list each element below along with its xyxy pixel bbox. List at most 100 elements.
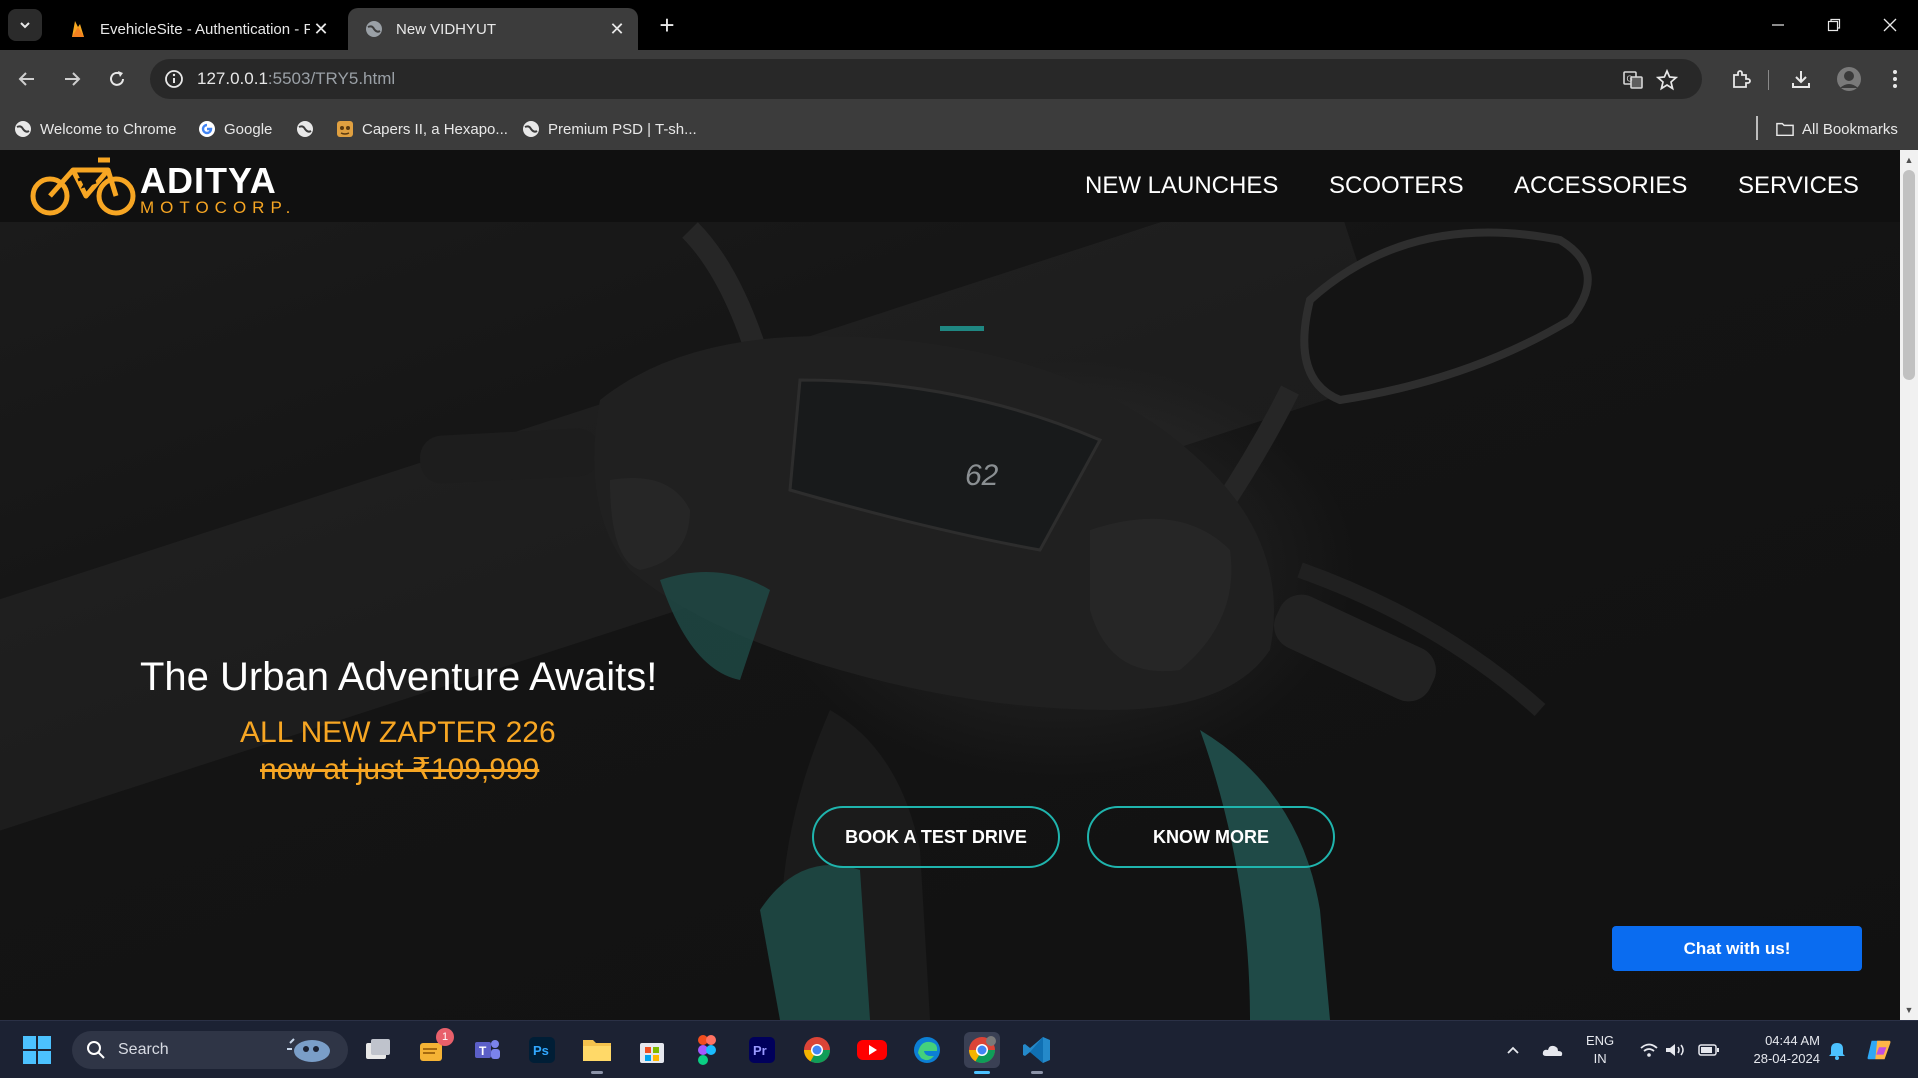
search-icon bbox=[86, 1040, 106, 1060]
downloads-icon[interactable] bbox=[1786, 64, 1816, 94]
premiere-icon[interactable]: Pr bbox=[744, 1032, 780, 1068]
search-highlight-icon bbox=[287, 1038, 330, 1062]
tab-new-vidhyut[interactable]: New VIDHYUT ✕ bbox=[348, 8, 638, 50]
address-bar[interactable]: 127.0.0.1:5503/TRY5.html G bbox=[150, 59, 1702, 99]
close-window-button[interactable] bbox=[1862, 0, 1918, 50]
bookmark-label: Google bbox=[224, 120, 273, 138]
bookmark-premium-psd[interactable]: Premium PSD | T-sh... bbox=[522, 118, 697, 140]
scroll-up-icon[interactable]: ▲ bbox=[1900, 152, 1918, 168]
back-arrow-icon bbox=[18, 72, 34, 86]
bookmark-welcome[interactable]: Welcome to Chrome bbox=[14, 118, 176, 140]
notification-bell-icon[interactable] bbox=[1824, 1037, 1850, 1063]
volume-icon[interactable] bbox=[1662, 1037, 1688, 1063]
restore-icon bbox=[1827, 18, 1841, 32]
close-icon[interactable]: ✕ bbox=[310, 18, 332, 40]
onedrive-icon[interactable] bbox=[1540, 1037, 1566, 1063]
search-placeholder: Search bbox=[118, 1041, 169, 1058]
url-text: 127.0.0.1:5503/TRY5.html bbox=[197, 69, 395, 89]
globe-icon bbox=[364, 19, 384, 39]
bookmark-label: All Bookmarks bbox=[1802, 120, 1898, 138]
figma-icon[interactable] bbox=[689, 1032, 725, 1068]
new-tab-button[interactable]: + bbox=[652, 10, 682, 40]
reload-icon bbox=[110, 71, 124, 86]
profile-avatar[interactable] bbox=[1834, 64, 1864, 94]
sticky-notes-icon[interactable]: 1 bbox=[414, 1028, 454, 1068]
bookmark-capers[interactable]: Capers II, a Hexapo... bbox=[336, 118, 508, 140]
nav-services[interactable]: SERVICES bbox=[1738, 172, 1859, 200]
nav-scooters[interactable]: SCOOTERS bbox=[1329, 172, 1464, 200]
scroll-down-icon[interactable]: ▼ bbox=[1900, 1002, 1918, 1018]
hero-title: The Urban Adventure Awaits! bbox=[140, 655, 658, 699]
back-button[interactable] bbox=[10, 62, 44, 96]
bookmarks-divider bbox=[1756, 116, 1758, 140]
nav-new-launches[interactable]: NEW LAUNCHES bbox=[1085, 172, 1278, 200]
edge-icon[interactable] bbox=[909, 1032, 945, 1068]
bookmark-label: Capers II, a Hexapo... bbox=[362, 120, 508, 138]
bookmark-star-icon[interactable] bbox=[1654, 67, 1680, 93]
vscode-icon[interactable] bbox=[1019, 1032, 1055, 1074]
youtube-icon[interactable] bbox=[854, 1032, 890, 1068]
minimize-button[interactable] bbox=[1750, 0, 1806, 50]
capers-icon bbox=[336, 120, 354, 138]
svg-text:62: 62 bbox=[965, 459, 999, 492]
all-bookmarks-button[interactable]: All Bookmarks bbox=[1776, 118, 1898, 140]
tab-evehicle-auth[interactable]: EvehicleSite - Authentication - F ✕ bbox=[52, 8, 342, 50]
bicycle-logo-icon bbox=[30, 157, 136, 216]
windows-start-icon[interactable] bbox=[22, 1035, 52, 1065]
more-menu-icon[interactable] bbox=[1880, 64, 1910, 94]
bookmark-label: Welcome to Chrome bbox=[40, 120, 177, 138]
page-viewport: 62 ADITYA MOTOCORP. NEW LAUNCHES SCOOTER… bbox=[0, 150, 1900, 1020]
nav-accessories[interactable]: ACCESSORIES bbox=[1514, 172, 1687, 200]
running-indicator bbox=[591, 1071, 603, 1074]
chevron-up-icon[interactable] bbox=[1500, 1037, 1526, 1063]
microsoft-store-icon[interactable] bbox=[634, 1032, 670, 1068]
book-test-drive-button[interactable]: BOOK A TEST DRIVE bbox=[812, 806, 1060, 868]
globe-icon bbox=[522, 120, 540, 138]
svg-text:G: G bbox=[1627, 75, 1633, 84]
clock-time: 04:44 AM bbox=[1765, 1033, 1820, 1048]
url-path: :5503/TRY5.html bbox=[267, 69, 396, 88]
forward-button[interactable] bbox=[55, 62, 89, 96]
bookmark-untitled[interactable] bbox=[296, 118, 322, 140]
taskbar-search-box[interactable]: Search bbox=[72, 1031, 348, 1069]
logo-subtitle: MOTOCORP. bbox=[140, 198, 297, 217]
battery-icon[interactable] bbox=[1696, 1037, 1722, 1063]
tab-search-button[interactable] bbox=[8, 9, 42, 41]
minimize-icon bbox=[1772, 24, 1784, 26]
globe-icon bbox=[296, 120, 314, 138]
region-code: IN bbox=[1593, 1051, 1607, 1066]
globe-icon bbox=[14, 120, 32, 138]
photoshop-icon[interactable]: Ps bbox=[524, 1032, 560, 1068]
reload-button[interactable] bbox=[100, 62, 134, 96]
language-code: ENG bbox=[1586, 1033, 1615, 1048]
wifi-icon[interactable] bbox=[1636, 1037, 1662, 1063]
system-clock[interactable]: 04:44 AM 28-04-2024 bbox=[1748, 1032, 1821, 1068]
copilot-icon[interactable] bbox=[1866, 1037, 1892, 1063]
scooter-hero-image: 62 bbox=[419, 222, 1592, 1020]
file-explorer-icon[interactable] bbox=[579, 1032, 615, 1074]
close-icon[interactable]: ✕ bbox=[606, 18, 628, 40]
notification-badge: 1 bbox=[436, 1028, 454, 1046]
url-host: 127.0.0.1 bbox=[197, 69, 268, 88]
know-more-button[interactable]: KNOW MORE bbox=[1087, 806, 1335, 868]
hero-price: now at just ₹109,999 bbox=[260, 753, 540, 786]
scroll-thumb[interactable] bbox=[1903, 170, 1915, 380]
extensions-icon[interactable] bbox=[1726, 64, 1756, 94]
page-scrollbar[interactable]: ▲ ▼ bbox=[1900, 150, 1918, 1020]
chat-with-us-button[interactable]: Chat with us! bbox=[1612, 926, 1862, 971]
active-indicator bbox=[974, 1071, 990, 1074]
tab-strip: EvehicleSite - Authentication - F ✕ New … bbox=[0, 0, 1918, 50]
site-info-icon[interactable] bbox=[162, 67, 186, 91]
language-indicator[interactable]: ENG IN bbox=[1586, 1032, 1614, 1068]
chrome-active-icon[interactable] bbox=[964, 1032, 1000, 1074]
restore-button[interactable] bbox=[1806, 0, 1862, 50]
logo-wordmark: ADITYA bbox=[140, 160, 277, 201]
tab-title: EvehicleSite - Authentication - F bbox=[100, 20, 310, 38]
translate-icon[interactable]: G bbox=[1620, 67, 1646, 93]
task-view-icon[interactable] bbox=[360, 1032, 396, 1068]
site-logo[interactable]: ADITYA MOTOCORP. bbox=[28, 156, 298, 218]
chrome-icon[interactable] bbox=[799, 1032, 835, 1068]
firebase-icon bbox=[68, 19, 88, 39]
bookmark-google[interactable]: Google bbox=[198, 118, 272, 140]
teams-icon[interactable]: T bbox=[469, 1032, 505, 1068]
